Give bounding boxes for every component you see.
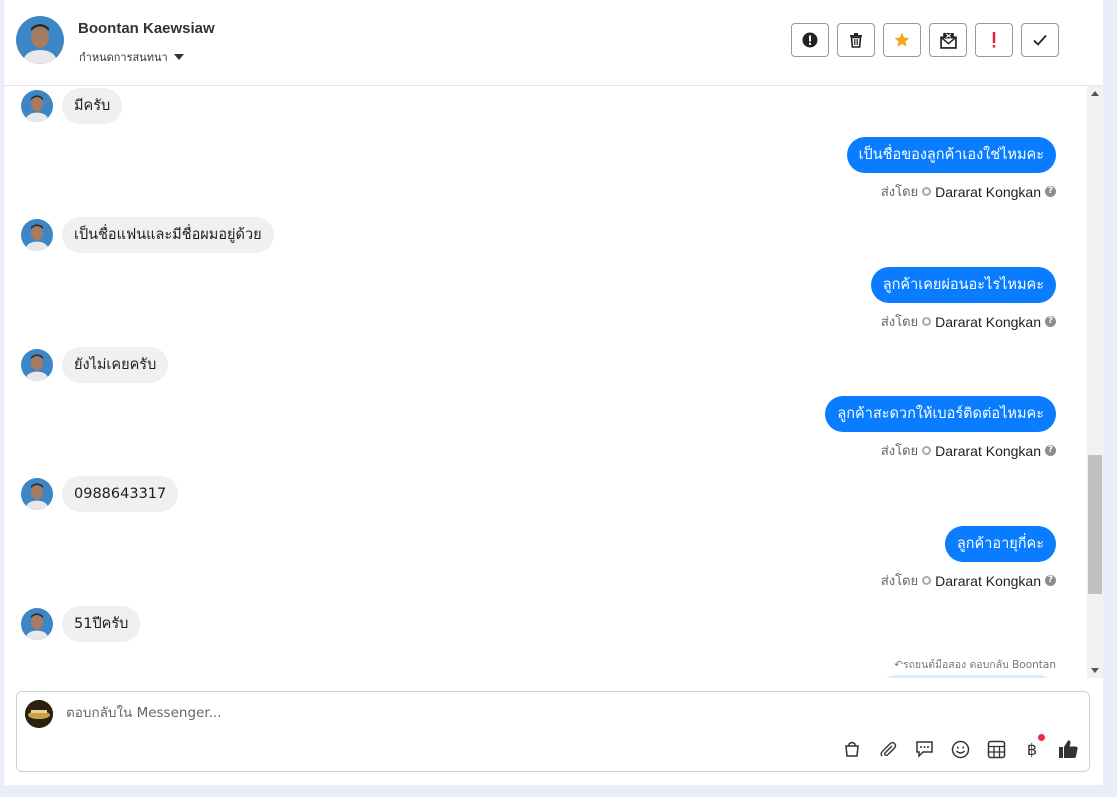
reply-composer: ฿ [16,691,1090,772]
delete-button[interactable] [837,23,875,57]
message-bubble[interactable]: 0988643317 [62,476,179,512]
agent-name: Dararat Kongkan [935,572,1041,589]
agent-name: Dararat Kongkan [935,442,1041,459]
conversation-panel: Boontan Kaewsiaw กำหนดการสนทนา มีครับ เป… [3,0,1103,785]
verified-icon [922,317,932,326]
sent-by-label: ส่งโดย [880,444,919,459]
exclamation-icon [992,32,996,48]
sent-by-label: ส่งโดย [880,574,919,589]
help-icon[interactable]: ? [1045,575,1056,586]
message-bubble[interactable]: ลูกค้าสะดวกให้เบอร์ติดต่อไหมคะ [825,396,1056,432]
message-scrollbar[interactable] [1087,86,1103,678]
message-bubble[interactable]: ลูกค้าเคยผ่อนอะไรไหมคะ [870,267,1056,303]
contact-avatar[interactable] [16,16,64,64]
check-icon [1033,34,1047,46]
contact-avatar-small [21,90,53,122]
conversation-toolbar [791,23,1059,57]
page-avatar [25,700,53,728]
message-outgoing: ลูกค้าอายุกี่คะ ส่งโดย Dararat Kongkan ? [881,526,1056,591]
agent-name: Dararat Kongkan [935,313,1041,330]
verified-icon [922,576,932,585]
baht-icon[interactable]: ฿ [1021,734,1045,760]
trash-icon [850,33,862,48]
paperclip-icon[interactable] [877,738,899,760]
message-list: มีครับ เป็นชื่อของลูกค้าเองใช่ไหมคะ ส่งโ… [4,86,1085,678]
message-bubble[interactable]: มีครับ [62,88,123,124]
reply-input[interactable] [64,704,768,722]
reply-preview-bubble [881,675,1053,678]
reply-note-text: รถยนต์มือสอง ตอบกลับ Boontan [902,659,1056,671]
agent-name: Dararat Kongkan [935,183,1041,200]
shopping-bag-icon[interactable] [841,738,863,760]
message-bubble[interactable]: เป็นชื่อแฟนและมีชื่อผมอยู่ด้วย [62,217,274,253]
message-incoming: 0988643317 [21,476,179,512]
message-outgoing: ลูกค้าสะดวกให้เบอร์ติดต่อไหมคะ ส่งโดย Da… [825,396,1056,461]
message-incoming: ยังไม่เคยครับ [21,347,169,383]
contact-avatar-small [21,219,53,251]
assign-conversation-dropdown[interactable]: กำหนดการสนทนา [79,48,184,66]
contact-avatar-small [21,478,53,510]
help-icon[interactable]: ? [1045,186,1056,197]
composer-toolbar: ฿ [841,734,1079,760]
alert-circle-icon [802,32,818,48]
star-button[interactable] [883,23,921,57]
scroll-down-arrow-icon[interactable] [1091,668,1099,673]
help-icon[interactable]: ? [1045,445,1056,456]
envelope-x-icon [939,31,957,49]
sent-by-meta: ส่งโดย Dararat Kongkan ? [847,181,1056,202]
contact-avatar-small [21,349,53,381]
message-outgoing: เป็นชื่อของลูกค้าเองใช่ไหมคะ ส่งโดย Dara… [846,137,1056,202]
done-button[interactable] [1021,23,1059,57]
follow-up-button[interactable] [975,23,1013,57]
contact-name[interactable]: Boontan Kaewsiaw [78,20,215,37]
sent-by-label: ส่งโดย [880,185,919,200]
verified-icon [922,187,932,196]
sent-by-meta: ส่งโดย Dararat Kongkan ? [871,311,1056,332]
message-incoming: เป็นชื่อแฟนและมีชื่อผมอยู่ด้วย [21,217,274,253]
sent-by-meta: ส่งโดย Dararat Kongkan ? [825,440,1056,461]
reply-arrow-icon: ↶ [894,659,903,671]
message-bubble[interactable]: เป็นชื่อของลูกค้าเองใช่ไหมคะ [846,137,1056,173]
message-bubble[interactable]: ลูกค้าอายุกี่คะ [944,526,1056,562]
notification-dot [1038,734,1045,741]
help-icon[interactable]: ? [1045,316,1056,327]
message-incoming: มีครับ [21,88,123,124]
message-bubble[interactable]: ยังไม่เคยครับ [62,347,169,383]
reply-context-note: ↶รถยนต์มือสอง ตอบกลับ Boontan [894,656,1056,673]
spam-button[interactable] [791,23,829,57]
assign-label: กำหนดการสนทนา [79,51,168,64]
scroll-up-arrow-icon[interactable] [1091,91,1099,96]
sent-by-label: ส่งโดย [880,315,919,330]
message-bubble[interactable]: 51ปีครับ [62,606,141,642]
star-icon [894,32,910,47]
table-icon[interactable] [985,738,1007,760]
verified-icon [922,446,932,455]
scroll-thumb[interactable] [1088,455,1102,594]
conversation-header: Boontan Kaewsiaw กำหนดการสนทนา [4,0,1103,86]
message-incoming: 51ปีครับ [21,606,141,642]
caret-down-icon [173,54,184,60]
mark-unread-button[interactable] [929,23,967,57]
thumbs-up-icon[interactable] [1057,738,1079,760]
chat-bubble-icon[interactable] [913,738,935,760]
sent-by-meta: ส่งโดย Dararat Kongkan ? [881,570,1056,591]
smiley-icon[interactable] [949,738,971,760]
contact-avatar-small [21,608,53,640]
message-outgoing: ลูกค้าเคยผ่อนอะไรไหมคะ ส่งโดย Dararat Ko… [870,267,1056,332]
